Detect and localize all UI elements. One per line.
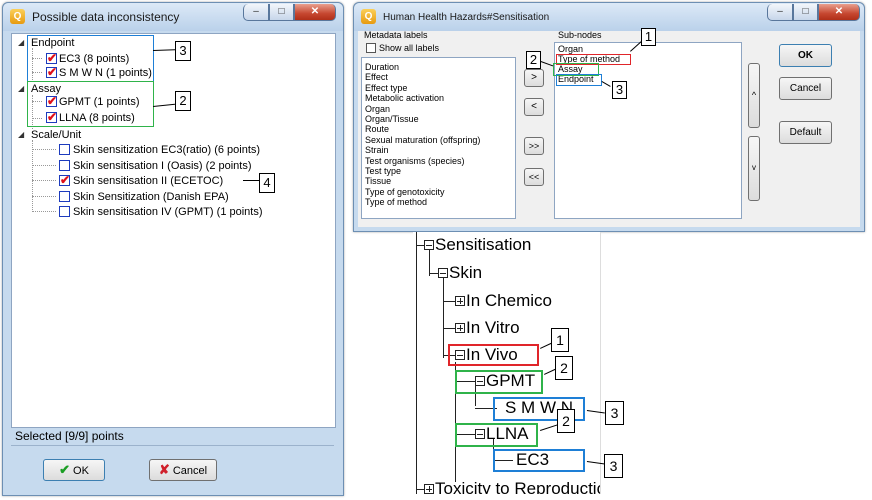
metadata-item[interactable]: Type of genotoxicity [365, 187, 445, 197]
callout-tree-gpmt: 2 [555, 356, 573, 380]
left-window-titlebar[interactable]: Q Possible data inconsistency – □ ✕ [3, 3, 343, 31]
metadata-item[interactable]: Effect type [365, 83, 407, 93]
minimize-button[interactable]: – [767, 4, 793, 21]
q-app-icon: Q [10, 9, 25, 24]
checkbox-scale-5[interactable] [59, 206, 70, 217]
close-button[interactable]: ✕ [818, 4, 860, 21]
dialog-cancel-button[interactable]: Cancel [779, 77, 832, 100]
metadata-item[interactable]: Duration [365, 62, 399, 72]
green-checkmark-icon: ✔ [59, 462, 70, 477]
highlight-in-vivo [448, 344, 539, 366]
human-health-hazards-window: Q Human Health Hazards#Sensitisation – □… [353, 2, 865, 232]
maximize-button[interactable]: □ [793, 4, 818, 21]
dialog-default-button[interactable]: Default [779, 121, 832, 144]
close-button[interactable]: ✕ [294, 4, 336, 21]
move-left-button[interactable]: < [524, 98, 544, 116]
metadata-item[interactable]: Route [365, 124, 389, 134]
checkbox-scale-2[interactable] [59, 160, 70, 171]
callout-dialog-type-of-method: 1 [641, 28, 656, 46]
tree-group-scale-unit[interactable]: Scale/Unit [31, 129, 81, 141]
move-all-right-button[interactable]: >> [524, 137, 544, 155]
metadata-item[interactable]: Organ [365, 104, 390, 114]
callout-left-assay: 2 [175, 91, 191, 111]
dialog-ok-button[interactable]: OK [779, 44, 832, 67]
highlight-assay [27, 81, 154, 127]
selection-status: Selected [9/9] points [15, 429, 124, 443]
highlight-ec3 [493, 449, 585, 472]
show-all-labels-label[interactable]: Show all labels [379, 43, 439, 53]
move-right-button[interactable]: > [524, 69, 544, 87]
sub-nodes-list[interactable]: Organ Type of method Assay Endpoint [553, 42, 742, 219]
move-down-button[interactable]: v [748, 136, 760, 201]
tree-node-in-vitro[interactable]: In Vitro [466, 318, 520, 338]
expand-icon[interactable] [455, 296, 465, 306]
left-window-title: Possible data inconsistency [32, 10, 180, 24]
highlight-llna [455, 423, 538, 447]
collapse-icon[interactable] [438, 268, 448, 278]
metadata-item[interactable]: Metabolic activation [365, 93, 444, 103]
right-window-title: Human Health Hazards#Sensitisation [383, 12, 550, 23]
collapse-icon[interactable] [424, 240, 434, 250]
metadata-item[interactable]: Sexual maturation (offspring) [365, 135, 480, 145]
minimize-button[interactable]: – [243, 4, 269, 21]
metadata-item[interactable]: Effect [365, 72, 388, 82]
callout-left-scale: 4 [259, 173, 275, 193]
expand-arrow-icon[interactable]: ◢ [18, 84, 24, 93]
metadata-item[interactable]: Type of method [365, 197, 427, 207]
tree-item-scale-1[interactable]: Skin sensitization EC3(ratio) (6 points) [73, 144, 260, 156]
tree-item-scale-2[interactable]: Skin sensitisation I (Oasis) (2 points) [73, 160, 252, 172]
tree-item-scale-4[interactable]: Skin Sensitization (Danish EPA) [73, 191, 229, 203]
metadata-labels-heading: Metadata labels [364, 30, 428, 40]
highlight-endpoint-subnode [556, 74, 602, 86]
q-app-icon: Q [361, 9, 376, 24]
callout-tree-invivo: 1 [551, 328, 569, 352]
tree-node-sensitisation[interactable]: Sensitisation [435, 235, 531, 255]
inconsistency-tree-panel: ◢ Endpoint EC3 (8 points) S M W N (1 poi… [11, 33, 336, 428]
callout-tree-llna: 2 [557, 409, 575, 433]
expand-icon[interactable] [455, 323, 465, 333]
metadata-labels-list[interactable]: Duration Effect Effect type Metabolic activ… [361, 57, 516, 219]
callout-tree-ec3: 3 [604, 454, 623, 478]
ok-label: OK [73, 465, 89, 477]
cancel-label: Cancel [172, 465, 208, 477]
sub-nodes-heading: Sub-nodes [558, 30, 602, 40]
show-all-labels-checkbox[interactable] [366, 43, 376, 53]
checkbox-scale-3[interactable] [59, 173, 70, 187]
tree-node-in-chemico[interactable]: In Chemico [466, 291, 552, 311]
expand-arrow-icon[interactable]: ◢ [18, 130, 24, 139]
metadata-item[interactable]: Test type [365, 166, 401, 176]
subnode-item-organ[interactable]: Organ [558, 44, 583, 54]
highlight-gpmt [455, 370, 543, 394]
callout-dialog-endpoint: 3 [612, 81, 627, 99]
maximize-button[interactable]: □ [269, 4, 294, 21]
metadata-item[interactable]: Organ/Tissue [365, 114, 419, 124]
right-window-titlebar[interactable]: Q Human Health Hazards#Sensitisation – □… [354, 3, 864, 31]
tree-node-toxicity-to-reproduction[interactable]: Toxicity to Reproduction [435, 479, 600, 494]
metadata-item[interactable]: Test organisms (species) [365, 156, 465, 166]
tree-item-scale-5[interactable]: Skin sensitisation IV (GPMT) (1 points) [73, 206, 263, 218]
move-up-button[interactable]: ^ [748, 63, 760, 128]
checkbox-scale-4[interactable] [59, 191, 70, 202]
tree-node-skin[interactable]: Skin [449, 263, 482, 283]
callout-dialog-assay: 2 [526, 51, 541, 69]
cancel-button[interactable]: ✘ Cancel [149, 459, 217, 481]
tree-item-scale-3[interactable]: Skin sensitisation II (ECETOC) [73, 175, 223, 187]
move-all-left-button[interactable]: << [524, 168, 544, 186]
red-x-icon: ✘ [158, 462, 170, 477]
expand-arrow-icon[interactable]: ◢ [18, 38, 24, 47]
callout-tree-smwn: 3 [605, 401, 624, 425]
expand-icon[interactable] [424, 484, 434, 494]
highlight-endpoint [27, 35, 154, 82]
callout-left-endpoint: 3 [175, 41, 191, 61]
metadata-item[interactable]: Tissue [365, 176, 391, 186]
possible-data-inconsistency-window: Q Possible data inconsistency – □ ✕ ◢ En… [2, 2, 344, 496]
ok-button[interactable]: ✔ OK [43, 459, 105, 481]
metadata-item[interactable]: Strain [365, 145, 389, 155]
checkbox-scale-1[interactable] [59, 144, 70, 155]
